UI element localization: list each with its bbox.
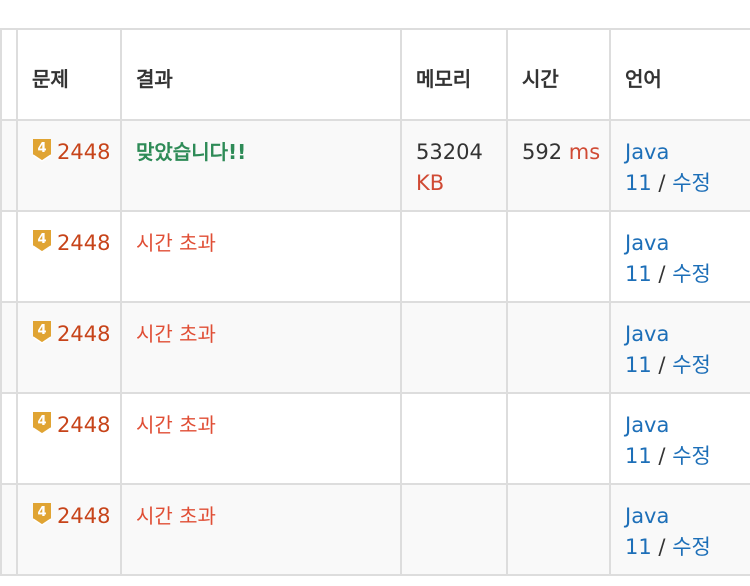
gold-tier-icon: 4 — [32, 503, 52, 526]
table-row: 4 2448 시간 초과 Java 11 / 수정 — [0, 483, 750, 576]
language-link[interactable]: Java — [625, 231, 669, 255]
result-status: 시간 초과 — [136, 504, 216, 528]
language-link[interactable]: Java — [625, 504, 669, 528]
time-value: 592 — [522, 140, 563, 164]
language-cell: Java 11 / 수정 — [609, 119, 750, 212]
problem-cell: 4 2448 — [16, 119, 122, 212]
problem-cell: 4 2448 — [16, 210, 122, 303]
separator: / — [658, 262, 666, 286]
language-version-link[interactable]: 11 — [625, 535, 652, 559]
result-cell: 시간 초과 — [120, 301, 402, 394]
table-row: 4 2448 시간 초과 Java 11 / 수정 — [0, 392, 750, 485]
tier-level: 4 — [37, 414, 46, 429]
language-cell: Java 11 / 수정 — [609, 392, 750, 485]
problem-cell: 4 2448 — [16, 392, 122, 485]
table-row: 4 2448 시간 초과 Java 11 / 수정 — [0, 301, 750, 394]
result-status: 시간 초과 — [136, 322, 216, 346]
problem-link[interactable]: 2448 — [57, 413, 110, 437]
row-left-cell — [0, 301, 18, 394]
header-time: 시간 — [506, 28, 611, 121]
memory-cell — [400, 392, 508, 485]
language-cell: Java 11 / 수정 — [609, 301, 750, 394]
header-cell-left — [0, 28, 18, 121]
result-cell: 시간 초과 — [120, 483, 402, 576]
time-cell: 592 ms — [506, 119, 611, 212]
result-cell: 맞았습니다!! — [120, 119, 402, 212]
result-cell: 시간 초과 — [120, 392, 402, 485]
language-link[interactable]: Java — [625, 140, 669, 164]
gold-tier-icon: 4 — [32, 230, 52, 253]
header-memory: 메모리 — [400, 28, 508, 121]
header-language: 언어 — [609, 28, 750, 121]
time-cell — [506, 483, 611, 576]
gold-tier-icon: 4 — [32, 412, 52, 435]
header-problem: 문제 — [16, 28, 122, 121]
language-version-link[interactable]: 11 — [625, 444, 652, 468]
separator: / — [658, 535, 666, 559]
problem-cell: 4 2448 — [16, 301, 122, 394]
edit-link[interactable]: 수정 — [672, 535, 711, 559]
language-cell: Java 11 / 수정 — [609, 210, 750, 303]
time-unit: ms — [568, 140, 601, 164]
separator: / — [658, 171, 666, 195]
table-header-row: 문제 결과 메모리 시간 언어 — [0, 28, 750, 121]
problem-link[interactable]: 2448 — [57, 322, 110, 346]
edit-link[interactable]: 수정 — [672, 171, 711, 195]
time-cell — [506, 210, 611, 303]
table-row: 4 2448 시간 초과 Java 11 / 수정 — [0, 210, 750, 303]
result-cell: 시간 초과 — [120, 210, 402, 303]
edit-link[interactable]: 수정 — [672, 444, 711, 468]
memory-cell — [400, 210, 508, 303]
time-cell — [506, 301, 611, 394]
result-status: 시간 초과 — [136, 413, 216, 437]
tier-level: 4 — [37, 141, 46, 156]
gold-tier-icon: 4 — [32, 139, 52, 162]
gold-tier-icon: 4 — [32, 321, 52, 344]
result-status: 맞았습니다!! — [136, 140, 247, 164]
header-result: 결과 — [120, 28, 402, 121]
row-left-cell — [0, 392, 18, 485]
language-version-link[interactable]: 11 — [625, 262, 652, 286]
memory-cell — [400, 301, 508, 394]
language-version-link[interactable]: 11 — [625, 171, 652, 195]
language-link[interactable]: Java — [625, 413, 669, 437]
tier-level: 4 — [37, 232, 46, 247]
memory-value: 53204 — [416, 140, 483, 164]
memory-cell: 53204 KB — [400, 119, 508, 212]
problem-cell: 4 2448 — [16, 483, 122, 576]
problem-link[interactable]: 2448 — [57, 231, 110, 255]
memory-unit: KB — [416, 171, 445, 195]
submission-table: 문제 결과 메모리 시간 언어 4 2448 맞았습니다!! 53204 KB 592 m… — [0, 28, 750, 576]
separator: / — [658, 444, 666, 468]
row-left-cell — [0, 210, 18, 303]
problem-link[interactable]: 2448 — [57, 140, 110, 164]
time-cell — [506, 392, 611, 485]
language-version-link[interactable]: 11 — [625, 353, 652, 377]
language-link[interactable]: Java — [625, 322, 669, 346]
language-cell: Java 11 / 수정 — [609, 483, 750, 576]
edit-link[interactable]: 수정 — [672, 353, 711, 377]
row-left-cell — [0, 119, 18, 212]
result-status: 시간 초과 — [136, 231, 216, 255]
row-left-cell — [0, 483, 18, 576]
edit-link[interactable]: 수정 — [672, 262, 711, 286]
tier-level: 4 — [37, 323, 46, 338]
memory-cell — [400, 483, 508, 576]
table-row: 4 2448 맞았습니다!! 53204 KB 592 ms Java 11 / 수정 — [0, 119, 750, 212]
problem-link[interactable]: 2448 — [57, 504, 110, 528]
separator: / — [658, 353, 666, 377]
tier-level: 4 — [37, 505, 46, 520]
